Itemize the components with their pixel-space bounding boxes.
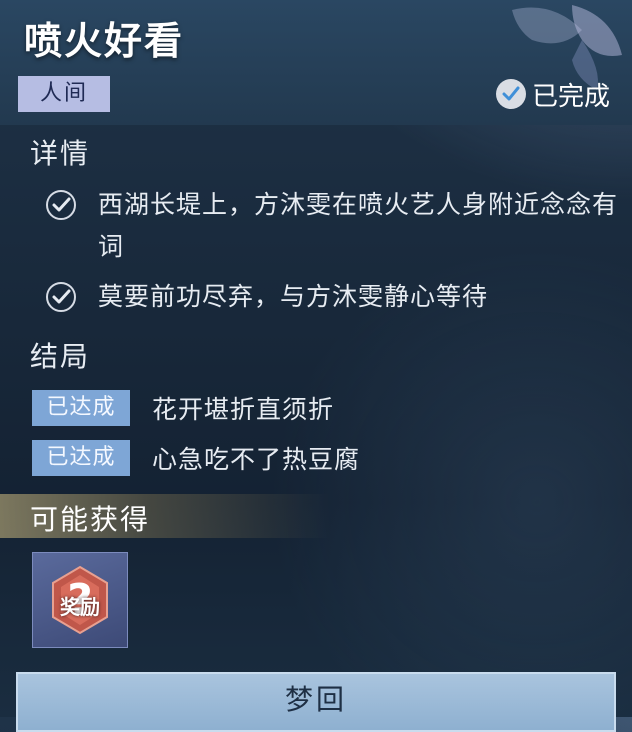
status-label: 已完成 [531, 81, 610, 112]
dream-return-button[interactable]: 梦回 [16, 672, 616, 732]
ending-text: 花开堪折直须折 [152, 395, 335, 424]
endings-heading: 结局 [30, 340, 91, 373]
ending-item: 已达成 心急吃不了热豆腐 [32, 440, 360, 476]
quest-title: 喷火好看 [24, 19, 185, 63]
completion-status: 已完成 [495, 76, 610, 112]
detail-item: 西湖长堤上，方沐雯在喷火艺人身附近念念有词 [44, 184, 618, 268]
details-heading: 详情 [30, 137, 91, 170]
achieved-badge: 已达成 [32, 390, 130, 426]
detail-item: 莫要前功尽弃，与方沐雯静心等待 [44, 276, 618, 318]
rewards-heading: 可能获得 [30, 503, 151, 536]
realm-tag: 人间 [18, 76, 110, 112]
detail-text: 西湖长堤上，方沐雯在喷火艺人身附近念念有词 [98, 190, 619, 261]
detail-text: 莫要前功尽弃，与方沐雯静心等待 [98, 282, 489, 311]
achieved-badge: 已达成 [32, 440, 130, 476]
ending-item: 已达成 花开堪折直须折 [32, 390, 334, 426]
ending-text: 心急吃不了热豆腐 [152, 445, 361, 474]
check-icon [46, 282, 76, 312]
check-icon [46, 190, 76, 220]
reward-label: 奖励 [60, 595, 100, 619]
reward-item-card[interactable]: ? 奖励 [32, 552, 128, 648]
check-circle-icon [495, 79, 526, 109]
